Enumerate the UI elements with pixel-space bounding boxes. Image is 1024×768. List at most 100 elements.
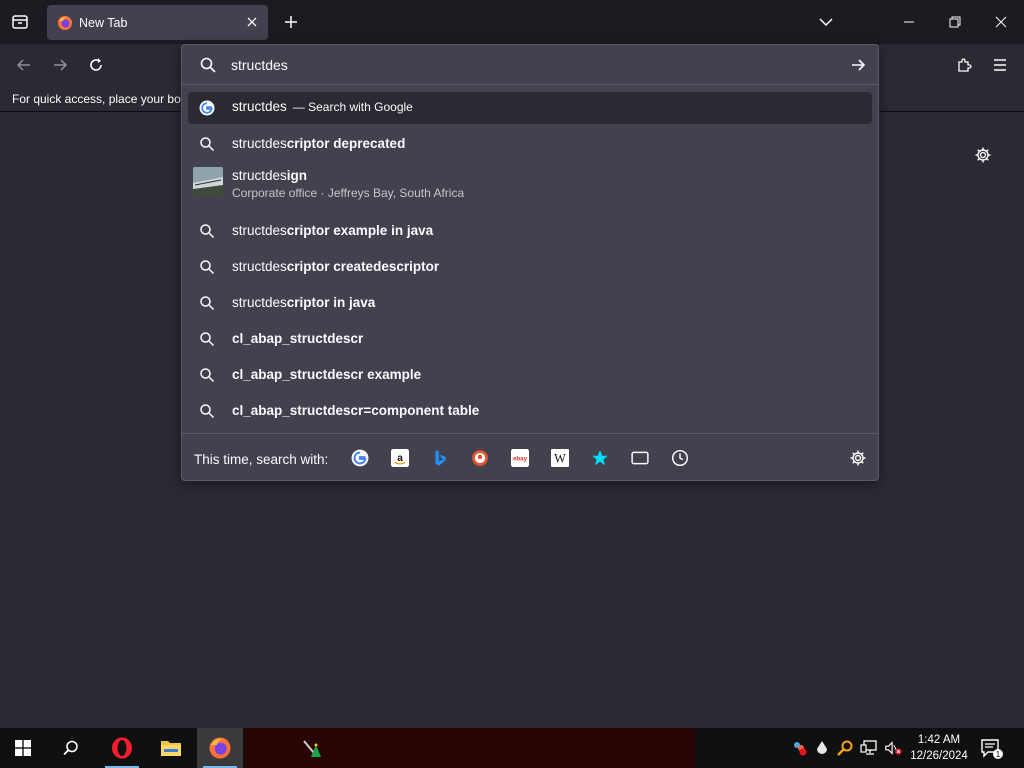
- search-icon: [199, 295, 215, 311]
- extensions-button[interactable]: [950, 51, 978, 79]
- close-window-button[interactable]: [986, 8, 1016, 36]
- svg-text:W: W: [554, 452, 566, 466]
- svg-text:a: a: [397, 453, 403, 464]
- chevron-down-icon: [819, 18, 833, 27]
- result-row-suggestion[interactable]: structdescriptor example in java: [188, 215, 872, 247]
- opera-icon: [112, 737, 132, 759]
- list-all-tabs-button[interactable]: [811, 8, 841, 36]
- engine-google-button[interactable]: [349, 447, 371, 469]
- search-icon: [199, 136, 215, 152]
- arrow-left-icon: [16, 59, 30, 71]
- search-history-button[interactable]: [669, 447, 691, 469]
- search-icon: [199, 367, 215, 383]
- address-input[interactable]: [231, 55, 831, 75]
- search-settings-button[interactable]: [847, 447, 869, 469]
- result-row-suggestion[interactable]: cl_abap_structdescr example: [188, 359, 872, 391]
- folder-icon: [161, 741, 181, 756]
- firefox-view-button[interactable]: [6, 8, 34, 36]
- result-suggestion-text: criptor example in java: [286, 223, 434, 238]
- result-typed-text: structdes: [232, 168, 287, 183]
- tabs-icon: [631, 451, 649, 465]
- result-suggestion-text: criptor deprecated: [286, 136, 406, 151]
- start-button[interactable]: [0, 728, 46, 768]
- engine-duckduckgo-button[interactable]: [469, 447, 491, 469]
- one-off-label: This time, search with:: [194, 452, 329, 467]
- result-suggestion-text: criptor createdescriptor: [286, 259, 440, 274]
- taskbar-app-button[interactable]: [290, 728, 336, 768]
- firefox-view-icon: [12, 15, 28, 29]
- restore-button[interactable]: [940, 8, 970, 36]
- forward-button[interactable]: [46, 51, 74, 79]
- plus-icon: [285, 16, 297, 28]
- engine-wikipedia-button[interactable]: W: [549, 447, 571, 469]
- search-icon: [199, 331, 215, 347]
- restore-icon: [949, 16, 961, 28]
- search-tabs-button[interactable]: [629, 447, 651, 469]
- result-suggestion-text: criptor in java: [286, 295, 376, 310]
- result-row-suggestion[interactable]: structdescriptor in java: [188, 287, 872, 319]
- minimize-button[interactable]: [894, 8, 924, 36]
- reload-icon: [90, 58, 102, 71]
- result-typed-text: structdes: [232, 99, 287, 114]
- new-tab-button[interactable]: [278, 8, 304, 36]
- firefox-icon: [58, 15, 72, 30]
- gear-icon: [850, 450, 866, 466]
- arrow-right-icon: [852, 59, 866, 71]
- taskbar-firefox-button[interactable]: [197, 728, 243, 768]
- result-row-search-google[interactable]: structdes — Search with Google: [188, 92, 872, 124]
- result-suggestion-text: cl_abap_structdescr: [232, 331, 364, 346]
- address-bar-dropdown: structdes— Search with Google structdesc…: [181, 44, 879, 481]
- result-row-suggestion[interactable]: structdescriptor deprecated: [188, 128, 872, 160]
- engine-bing-button[interactable]: [429, 447, 451, 469]
- hamburger-menu-icon: [994, 59, 1006, 71]
- result-row-suggestion[interactable]: cl_abap_structdescr: [188, 323, 872, 355]
- minimize-icon: [904, 21, 914, 23]
- result-row-place[interactable]: structdesign Corporate office · Jeffreys…: [188, 165, 872, 203]
- tray-magnifier-icon[interactable]: [836, 739, 854, 757]
- bookmarks-star-icon: [592, 450, 608, 466]
- result-typed-text: structdes: [232, 136, 287, 151]
- puzzle-piece-icon: [958, 58, 972, 72]
- address-bar: [182, 45, 878, 85]
- go-button[interactable]: [848, 55, 868, 75]
- search-bookmarks-button[interactable]: [589, 447, 611, 469]
- reload-button[interactable]: [82, 51, 110, 79]
- taskbar-file-explorer-button[interactable]: [148, 728, 194, 768]
- clock-date: 12/26/2024: [910, 750, 968, 762]
- app-menu-button[interactable]: [986, 51, 1014, 79]
- close-icon: [247, 17, 257, 27]
- taskbar-search-button[interactable]: [48, 728, 94, 768]
- title-bar: New Tab: [0, 0, 1024, 44]
- taskbar: 1:42 AM 12/26/2024 1: [0, 728, 1024, 768]
- tray-network-icon[interactable]: [860, 739, 878, 757]
- tab-new-tab[interactable]: New Tab: [47, 5, 268, 40]
- firefox-icon: [209, 737, 231, 759]
- personalize-new-tab-button[interactable]: [971, 143, 995, 167]
- result-typed-text: structdes: [232, 295, 287, 310]
- back-button[interactable]: [10, 51, 38, 79]
- engine-amazon-button[interactable]: a: [389, 447, 411, 469]
- result-row-suggestion[interactable]: cl_abap_structdescr=component table: [188, 395, 872, 427]
- system-clock[interactable]: 1:42 AM 12/26/2024: [908, 732, 970, 764]
- tray-drop-icon[interactable]: [813, 739, 831, 757]
- result-row-suggestion[interactable]: structdescriptor createdescriptor: [188, 251, 872, 283]
- result-action-text: — Search with Google: [292, 100, 413, 114]
- tab-close-button[interactable]: [244, 14, 260, 30]
- google-icon: [199, 100, 215, 116]
- search-icon: [199, 259, 215, 275]
- tab-title: New Tab: [79, 15, 128, 30]
- result-subtitle: Corporate office · Jeffreys Bay, South A…: [232, 186, 465, 200]
- duckduckgo-icon: [472, 450, 488, 466]
- gear-icon: [975, 147, 991, 163]
- taskbar-opera-button[interactable]: [99, 728, 145, 768]
- tray-volume-muted-icon[interactable]: [884, 739, 902, 757]
- result-suggestion-text: cl_abap_structdescr example: [232, 367, 422, 382]
- result-suggestion-text: cl_abap_structdescr=component table: [232, 403, 480, 418]
- ebay-icon: ebay: [511, 449, 529, 467]
- search-icon: [199, 403, 215, 419]
- notification-icon: 1: [981, 739, 1003, 759]
- action-center-button[interactable]: 1: [980, 738, 1004, 760]
- result-typed-text: structdes: [232, 223, 287, 238]
- tray-network-app-icon[interactable]: [790, 739, 808, 757]
- engine-ebay-button[interactable]: ebay: [509, 447, 531, 469]
